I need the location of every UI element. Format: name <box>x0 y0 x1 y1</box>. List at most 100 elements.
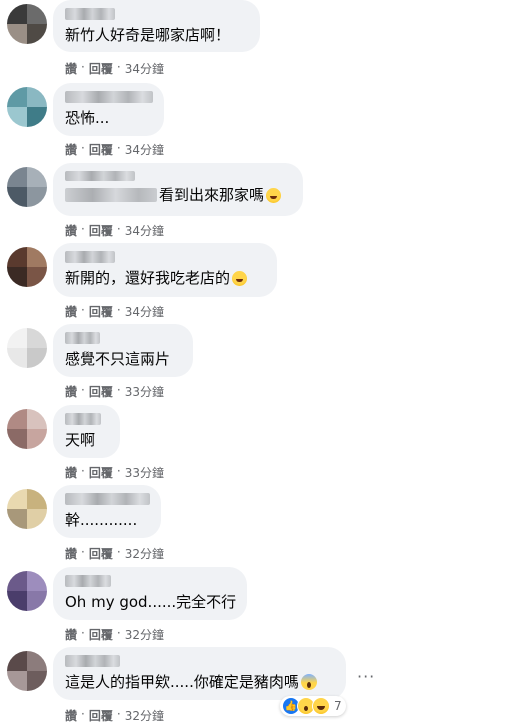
comment-actions: 讚 · 回覆 · 34分鐘 <box>65 141 164 158</box>
like-link[interactable]: 讚 <box>65 626 77 643</box>
separator: · <box>81 707 85 721</box>
reply-link[interactable]: 回覆 <box>89 222 113 239</box>
commenter-name[interactable] <box>65 493 150 505</box>
commenter-name[interactable] <box>65 171 135 181</box>
avatar[interactable] <box>7 651 47 691</box>
comment-actions: 讚 · 回覆 · 32分鐘 <box>65 626 164 643</box>
reply-link[interactable]: 回覆 <box>89 545 113 562</box>
comment-actions: 讚 · 回覆 · 33分鐘 <box>65 383 164 400</box>
separator: · <box>116 464 121 478</box>
commenter-name[interactable] <box>65 251 115 263</box>
like-link[interactable]: 讚 <box>65 60 77 77</box>
timestamp[interactable]: 34分鐘 <box>125 60 164 77</box>
comment-actions: 讚 · 回覆 · 34分鐘 <box>65 222 164 239</box>
separator: · <box>116 222 121 236</box>
comment-text: 看到出來那家嗎 <box>159 186 265 204</box>
avatar[interactable] <box>7 489 47 529</box>
like-link[interactable]: 讚 <box>65 141 77 158</box>
commenter-name[interactable] <box>65 91 153 103</box>
avatar[interactable] <box>7 167 47 207</box>
reply-link[interactable]: 回覆 <box>89 707 113 724</box>
separator: · <box>116 626 121 640</box>
comment-list: 新竹人好奇是哪家店啊！ 讚 · 回覆 · 34分鐘 恐怖... 讚 · 回覆 ·… <box>0 0 521 725</box>
like-link[interactable]: 讚 <box>65 383 77 400</box>
separator: · <box>116 60 121 74</box>
commenter-name[interactable] <box>65 8 115 20</box>
separator: · <box>116 707 121 721</box>
separator: · <box>81 383 85 397</box>
haha-reaction-icon <box>312 697 330 715</box>
reply-link[interactable]: 回覆 <box>89 383 113 400</box>
screaming-face-emoji-icon <box>300 674 317 690</box>
avatar[interactable] <box>7 328 47 368</box>
timestamp[interactable]: 33分鐘 <box>125 464 164 481</box>
commenter-name[interactable] <box>65 332 100 344</box>
comment-actions: 讚 · 回覆 · 34分鐘 <box>65 60 164 77</box>
avatar[interactable] <box>7 4 47 44</box>
reaction-count: 7 <box>334 699 342 713</box>
comment-actions: 讚 · 回覆 · 32分鐘 <box>65 707 164 724</box>
separator: · <box>81 222 85 236</box>
comment-bubble: 新開的，還好我吃老店的 <box>53 243 277 297</box>
avatar[interactable] <box>7 571 47 611</box>
separator: · <box>81 626 85 640</box>
commenter-name[interactable] <box>65 413 101 425</box>
comment-text: 天啊 <box>65 431 96 449</box>
comment-text-row: 這是人的指甲欸.....你確定是豬肉嗎 <box>65 672 334 692</box>
avatar[interactable] <box>7 87 47 127</box>
reply-link[interactable]: 回覆 <box>89 626 113 643</box>
commenter-name[interactable] <box>65 575 111 587</box>
comment-bubble: 感覺不只這兩片 <box>53 324 193 377</box>
comment-bubble: 看到出來那家嗎 <box>53 163 303 216</box>
rolling-laugh-emoji-icon <box>266 187 282 203</box>
comment-text: 新竹人好奇是哪家店啊！ <box>65 26 231 44</box>
like-link[interactable]: 讚 <box>65 303 77 320</box>
reply-link[interactable]: 回覆 <box>89 60 113 77</box>
comment-actions: 讚 · 回覆 · 32分鐘 <box>65 545 164 562</box>
separator: · <box>116 303 121 317</box>
comment-text-row: 看到出來那家嗎 <box>65 185 291 205</box>
comment-text: 恐怖... <box>65 109 110 127</box>
separator: · <box>116 141 121 155</box>
comment-actions: 讚 · 回覆 · 34分鐘 <box>65 303 164 320</box>
avatar[interactable] <box>7 409 47 449</box>
blurred-text <box>65 188 157 202</box>
like-link[interactable]: 讚 <box>65 707 77 724</box>
comment-bubble: Oh my god......完全不行 <box>53 567 247 620</box>
commenter-name[interactable] <box>65 655 120 667</box>
rolling-laugh-emoji-icon <box>232 270 248 286</box>
timestamp[interactable]: 32分鐘 <box>125 626 164 643</box>
comment-text: 幹............ <box>65 511 138 529</box>
comment-actions: 讚 · 回覆 · 33分鐘 <box>65 464 164 481</box>
like-link[interactable]: 讚 <box>65 464 77 481</box>
comment-text: 新開的，還好我吃老店的 <box>65 269 231 287</box>
more-options-icon[interactable]: ··· <box>357 667 375 686</box>
timestamp[interactable]: 32分鐘 <box>125 545 164 562</box>
like-link[interactable]: 讚 <box>65 222 77 239</box>
separator: · <box>81 545 85 559</box>
comment-text: 這是人的指甲欸.....你確定是豬肉嗎 <box>65 673 299 691</box>
reaction-summary[interactable]: 👍 7 <box>280 696 346 716</box>
separator: · <box>81 141 85 155</box>
separator: · <box>116 545 121 559</box>
separator: · <box>81 60 85 74</box>
comment-bubble: 新竹人好奇是哪家店啊！ <box>53 0 260 52</box>
comment-bubble: 天啊 <box>53 405 120 458</box>
timestamp[interactable]: 34分鐘 <box>125 222 164 239</box>
reply-link[interactable]: 回覆 <box>89 464 113 481</box>
comment-text-row: 新開的，還好我吃老店的 <box>65 268 265 288</box>
timestamp[interactable]: 32分鐘 <box>125 707 164 724</box>
reply-link[interactable]: 回覆 <box>89 303 113 320</box>
comment-text: 感覺不只這兩片 <box>65 350 171 368</box>
comment-bubble: 恐怖... <box>53 83 164 136</box>
timestamp[interactable]: 33分鐘 <box>125 383 164 400</box>
reply-link[interactable]: 回覆 <box>89 141 113 158</box>
comment-bubble: 這是人的指甲欸.....你確定是豬肉嗎 <box>53 647 346 700</box>
timestamp[interactable]: 34分鐘 <box>125 141 164 158</box>
separator: · <box>81 303 85 317</box>
separator: · <box>116 383 121 397</box>
timestamp[interactable]: 34分鐘 <box>125 303 164 320</box>
like-link[interactable]: 讚 <box>65 545 77 562</box>
avatar[interactable] <box>7 247 47 287</box>
separator: · <box>81 464 85 478</box>
